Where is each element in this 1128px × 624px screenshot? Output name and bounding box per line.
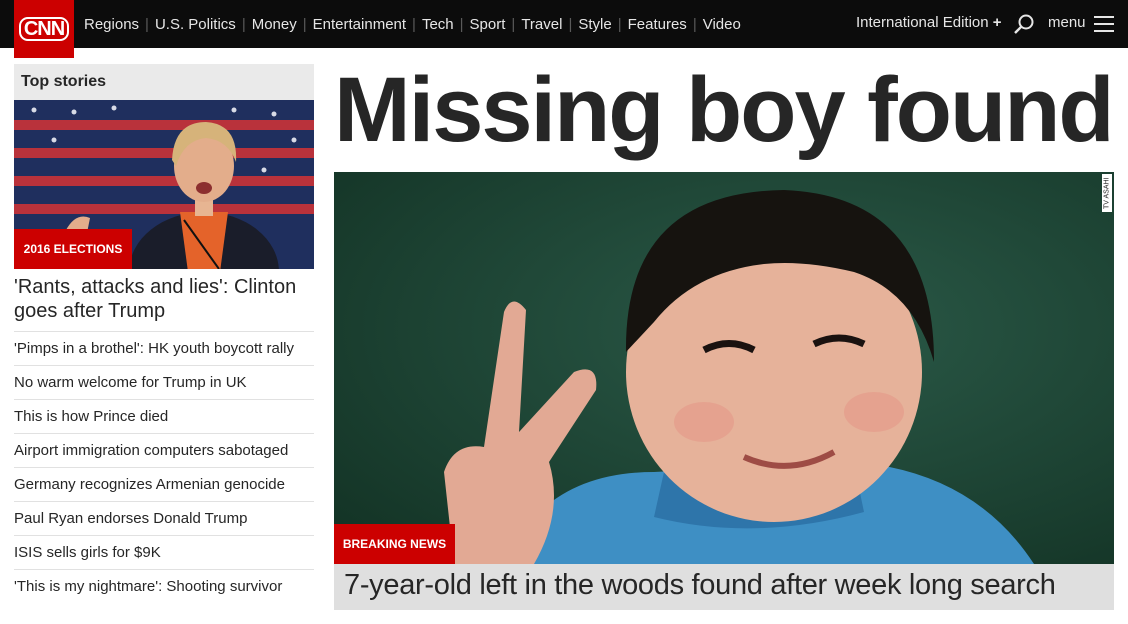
hero-photo-illustration (334, 172, 1114, 564)
nav-item-style[interactable]: Style (578, 16, 611, 33)
section-nav: Regions | U.S. Politics | Money | Entertainmen… (84, 0, 741, 48)
story-link[interactable]: 'This is my nightmare': Shooting survivo… (14, 570, 314, 603)
nav-separator: | (412, 15, 416, 33)
top-stories-heading: Top stories (14, 64, 314, 100)
story-link[interactable]: ISIS sells girls for $9K (14, 536, 314, 570)
nav-separator: | (241, 15, 246, 33)
hamburger-menu-icon[interactable] (1094, 16, 1114, 32)
hero-image[interactable]: TV ASAHI (334, 172, 1114, 564)
top-stories-sidebar: Top stories 2016 ELECTIONS 'Rants, attac… (14, 64, 314, 603)
story-link[interactable]: Airport immigration computers sabotaged (14, 434, 314, 468)
story-link[interactable]: Paul Ryan endorses Donald Trump (14, 502, 314, 536)
top-nav-bar: Regions | U.S. Politics | Money | Entertainmen… (0, 0, 1128, 48)
nav-separator: | (459, 15, 464, 33)
hero-caption[interactable]: 7-year-old left in the woods found after… (334, 564, 1114, 610)
story-link[interactable]: 'Pimps in a brothel': HK youth boycott r… (14, 332, 314, 366)
logo-text: CNN (18, 17, 70, 41)
nav-separator: | (568, 15, 573, 33)
main-headline[interactable]: Missing boy found (334, 60, 1115, 160)
breaking-news-badge[interactable]: BREAKING NEWS (334, 524, 455, 564)
nav-item-u-s-politics[interactable]: U.S. Politics (155, 16, 236, 33)
menu-label[interactable]: menu (1048, 14, 1086, 31)
nav-item-regions[interactable]: Regions (84, 16, 139, 33)
story-link[interactable]: No warm welcome for Trump in UK (14, 366, 314, 400)
story-link[interactable]: This is how Prince died (14, 400, 314, 434)
nav-item-features[interactable]: Features (628, 16, 687, 33)
story-link[interactable]: Germany recognizes Armenian genocide (14, 468, 314, 502)
edition-label: International Edition (856, 14, 989, 31)
story-list: 'Pimps in a brothel': HK youth boycott r… (14, 332, 314, 603)
edition-selector[interactable]: International Edition + (856, 14, 1002, 31)
lead-story-headline[interactable]: 'Rants, attacks and lies': Clinton goes … (14, 275, 314, 332)
hero-caption-text: 7-year-old left in the woods found after… (344, 569, 1056, 601)
search-icon[interactable] (1013, 13, 1035, 35)
nav-separator: | (617, 15, 622, 33)
edition-plus-icon: + (992, 14, 1002, 31)
cnn-logo[interactable]: CNN (14, 0, 74, 58)
lead-story-image[interactable]: 2016 ELECTIONS (14, 100, 314, 269)
nav-separator: | (511, 15, 516, 33)
image-credit: TV ASAHI (1102, 174, 1112, 212)
nav-separator: | (692, 15, 697, 33)
nav-item-sport[interactable]: Sport (470, 16, 506, 33)
nav-item-entertainment[interactable]: Entertainment (313, 16, 406, 33)
nav-item-money[interactable]: Money (252, 16, 297, 33)
nav-item-video[interactable]: Video (703, 16, 741, 33)
section-badge[interactable]: 2016 ELECTIONS (14, 229, 132, 269)
nav-item-travel[interactable]: Travel (521, 16, 562, 33)
nav-separator: | (302, 15, 307, 33)
nav-item-tech[interactable]: Tech (422, 16, 454, 33)
nav-separator: | (145, 15, 149, 33)
